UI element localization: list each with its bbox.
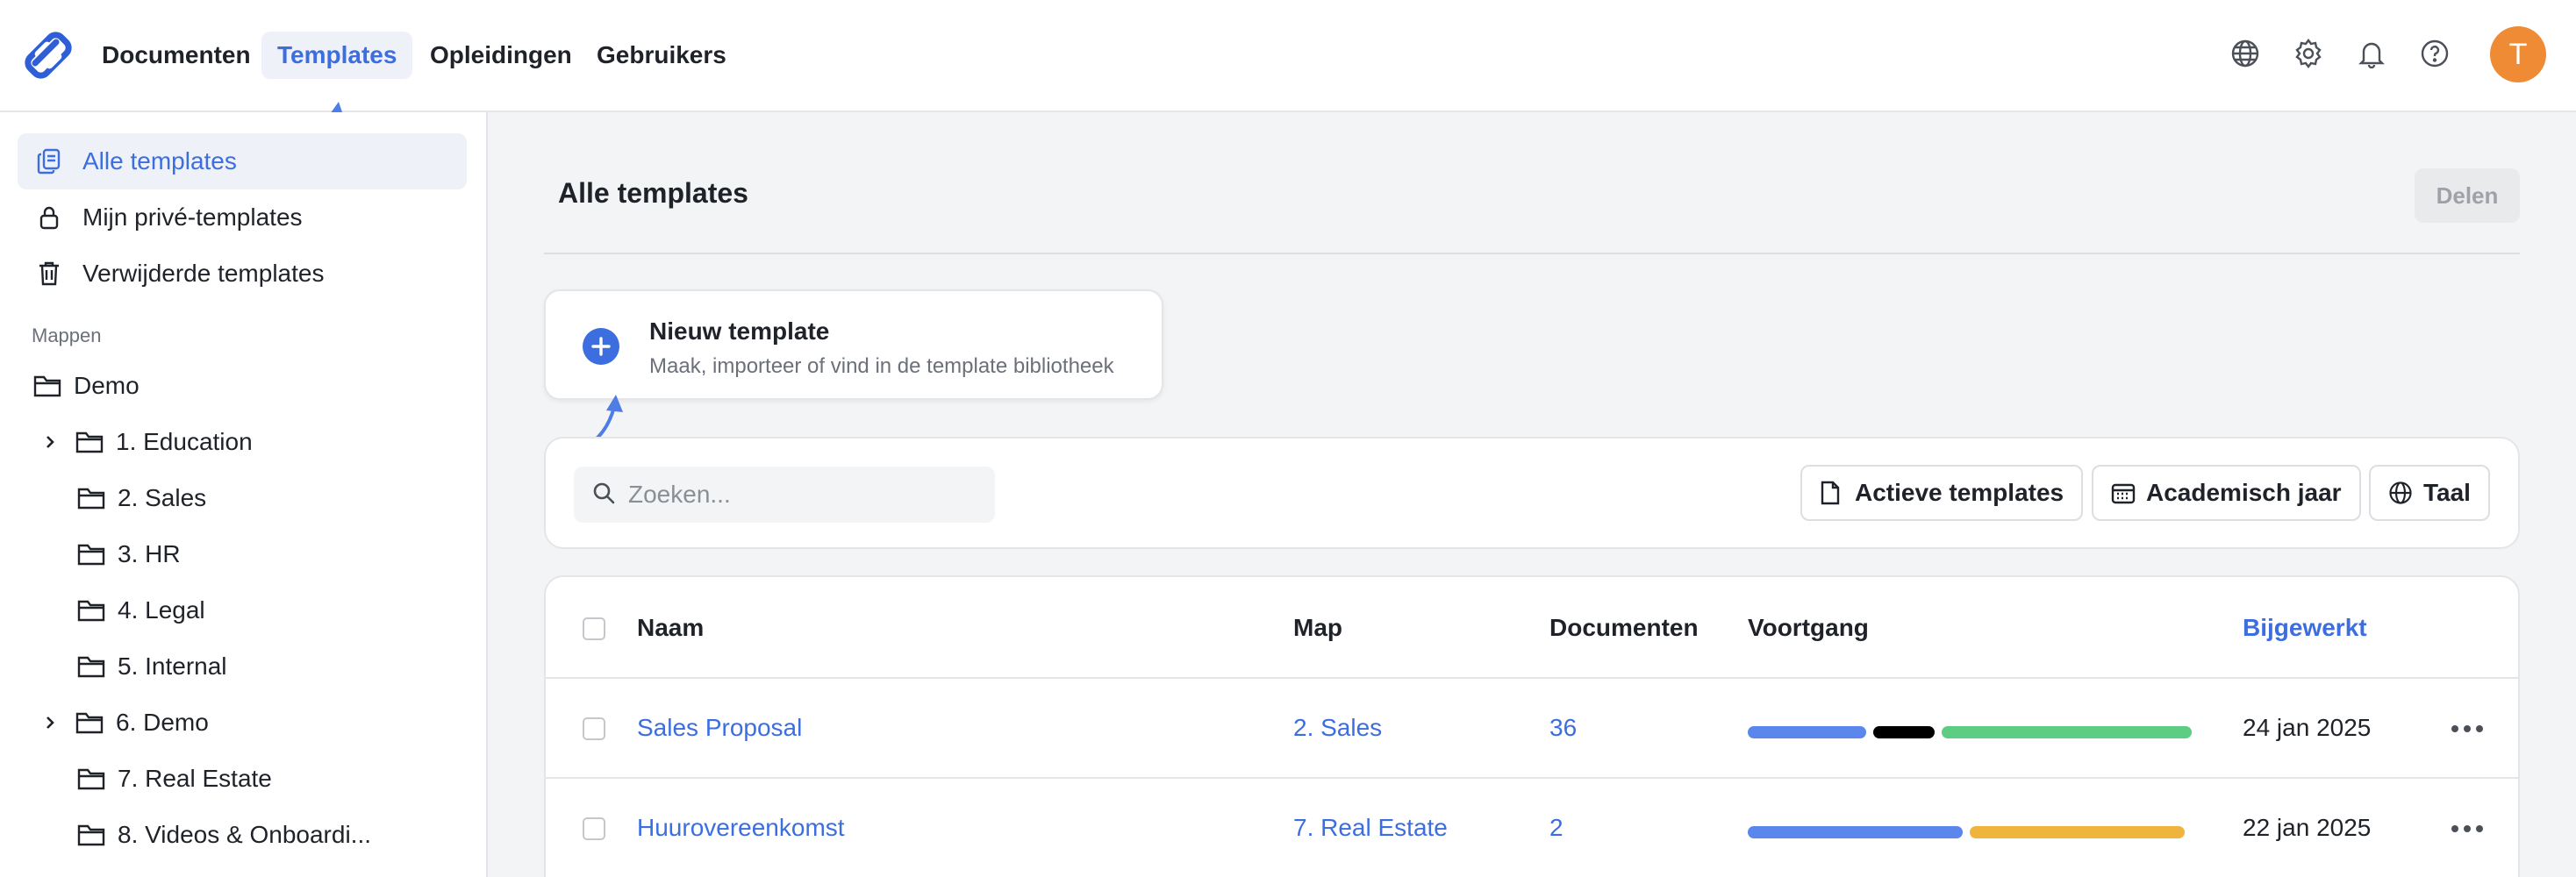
documents-count-link[interactable]: 36 — [1549, 714, 1577, 742]
row-checkbox[interactable] — [583, 717, 605, 740]
folder-icon — [77, 766, 107, 792]
sidebar-item-alle-templates[interactable]: Alle templates — [18, 133, 467, 189]
nav-templates[interactable]: Templates — [261, 32, 413, 79]
filter-bar: Actieve templates Academisch jaar Taal — [544, 437, 2520, 549]
sidebar-item-label: Mijn privé-templates — [82, 203, 303, 231]
lock-icon — [33, 202, 65, 233]
folder-sales[interactable]: 2. Sales — [77, 474, 206, 523]
template-name-link[interactable]: Sales Proposal — [637, 714, 802, 742]
nav-gebruikers[interactable]: Gebruikers — [581, 32, 742, 79]
updated-date: 22 jan 2025 — [2243, 814, 2372, 841]
folder-label: 6. Demo — [116, 709, 209, 736]
folder-label: 8. Videos & Onboardi... — [118, 821, 371, 848]
sidebar: Alle templates Mijn privé-templates Verw… — [0, 112, 488, 877]
filter-taal-button[interactable]: Taal — [2369, 465, 2490, 521]
folder-label: 3. HR — [118, 540, 181, 567]
top-bar: Documenten Templates Opleidingen Gebruik… — [0, 0, 2576, 112]
chevron-right-icon[interactable] — [37, 433, 63, 451]
folder-demo[interactable]: Demo — [33, 361, 140, 410]
folder-education[interactable]: 1. Education — [37, 417, 253, 467]
globe-icon — [2388, 481, 2413, 505]
gear-icon[interactable] — [2290, 35, 2327, 72]
column-header-naam[interactable]: Naam — [637, 614, 704, 642]
row-divider — [546, 677, 2518, 679]
column-header-bijgewerkt[interactable]: Bijgewerkt — [2243, 614, 2367, 642]
folder-label: 4. Legal — [118, 596, 205, 624]
trash-icon — [33, 258, 65, 289]
filter-label: Academisch jaar — [2146, 479, 2342, 506]
folder-label: 2. Sales — [118, 484, 207, 511]
select-all-checkbox[interactable] — [583, 617, 605, 640]
folder-icon — [77, 541, 107, 567]
bell-icon[interactable] — [2353, 35, 2390, 72]
search-input[interactable] — [628, 481, 979, 509]
folder-icon — [77, 653, 107, 680]
templates-table: Naam Map Documenten Voortgang Bijgewerkt… — [544, 575, 2520, 877]
folder-label: 1. Education — [116, 428, 253, 455]
calendar-icon — [2111, 481, 2136, 505]
folder-legal[interactable]: 4. Legal — [77, 586, 205, 635]
folder-link[interactable]: 2. Sales — [1293, 714, 1382, 742]
search-box[interactable] — [574, 467, 995, 523]
column-header-documenten[interactable]: Documenten — [1549, 614, 1699, 642]
template-name-link[interactable]: Huurovereenkomst — [637, 814, 845, 842]
sidebar-item-prive-templates[interactable]: Mijn privé-templates — [18, 189, 467, 246]
folder-videos-onboarding[interactable]: 8. Videos & Onboardi... — [77, 810, 371, 859]
folder-icon — [75, 429, 105, 455]
more-options-icon[interactable] — [2451, 824, 2483, 833]
progress-segment — [1970, 826, 2185, 838]
new-template-card[interactable]: Nieuw template Maak, importeer of vind i… — [544, 289, 1163, 400]
document-icon — [1820, 481, 1844, 505]
folder-label: 7. Real Estate — [118, 765, 272, 792]
column-header-map[interactable]: Map — [1293, 614, 1342, 642]
nav-opleidingen[interactable]: Opleidingen — [414, 32, 588, 79]
row-checkbox[interactable] — [583, 817, 605, 840]
folder-icon — [33, 373, 63, 399]
logo-icon[interactable] — [21, 28, 75, 82]
avatar[interactable]: T — [2490, 26, 2546, 82]
folder-icon — [77, 485, 107, 511]
folder-real-estate[interactable]: 7. Real Estate — [77, 754, 272, 803]
chevron-right-icon[interactable] — [37, 714, 63, 731]
folder-internal[interactable]: 5. Internal — [77, 642, 227, 691]
folder-label: 5. Internal — [118, 652, 227, 680]
sidebar-item-verwijderde-templates[interactable]: Verwijderde templates — [18, 246, 467, 302]
filter-academisch-jaar-button[interactable]: Academisch jaar — [2092, 465, 2361, 521]
search-icon — [591, 481, 616, 510]
divider — [544, 253, 2520, 254]
new-template-subtitle: Maak, importeer of vind in de template b… — [649, 354, 1114, 378]
folder-label: Demo — [74, 372, 140, 399]
progress-segment — [1748, 826, 1963, 838]
folder-demo-6[interactable]: 6. Demo — [37, 698, 209, 747]
documents-count-link[interactable]: 2 — [1549, 814, 1563, 842]
updated-date: 24 jan 2025 — [2243, 714, 2372, 741]
filter-label: Taal — [2423, 479, 2471, 506]
plus-icon — [583, 328, 619, 365]
progress-segment — [1873, 726, 1935, 738]
filter-label: Actieve templates — [1855, 479, 2064, 506]
progress-segment — [1942, 726, 2192, 738]
folder-icon — [77, 597, 107, 624]
globe-icon[interactable] — [2227, 35, 2264, 72]
copy-icon — [33, 146, 65, 177]
folder-hr[interactable]: 3. HR — [77, 530, 181, 579]
folder-link[interactable]: 7. Real Estate — [1293, 814, 1448, 842]
folder-icon — [77, 822, 107, 848]
folder-icon — [75, 709, 105, 736]
new-template-title: Nieuw template — [649, 317, 830, 345]
row-divider — [546, 777, 2518, 779]
filter-actieve-templates-button[interactable]: Actieve templates — [1800, 465, 2084, 521]
nav-documenten[interactable]: Documenten — [86, 32, 267, 79]
column-header-voortgang[interactable]: Voortgang — [1748, 614, 1869, 642]
progress-segment — [1748, 726, 1866, 738]
sidebar-item-label: Alle templates — [82, 147, 237, 175]
sidebar-item-label: Verwijderde templates — [82, 260, 325, 287]
share-button[interactable]: Delen — [2415, 168, 2520, 223]
help-icon[interactable] — [2416, 35, 2453, 72]
section-label-mappen: Mappen — [32, 324, 102, 346]
more-options-icon[interactable] — [2451, 724, 2483, 733]
page-title: Alle templates — [558, 177, 748, 209]
